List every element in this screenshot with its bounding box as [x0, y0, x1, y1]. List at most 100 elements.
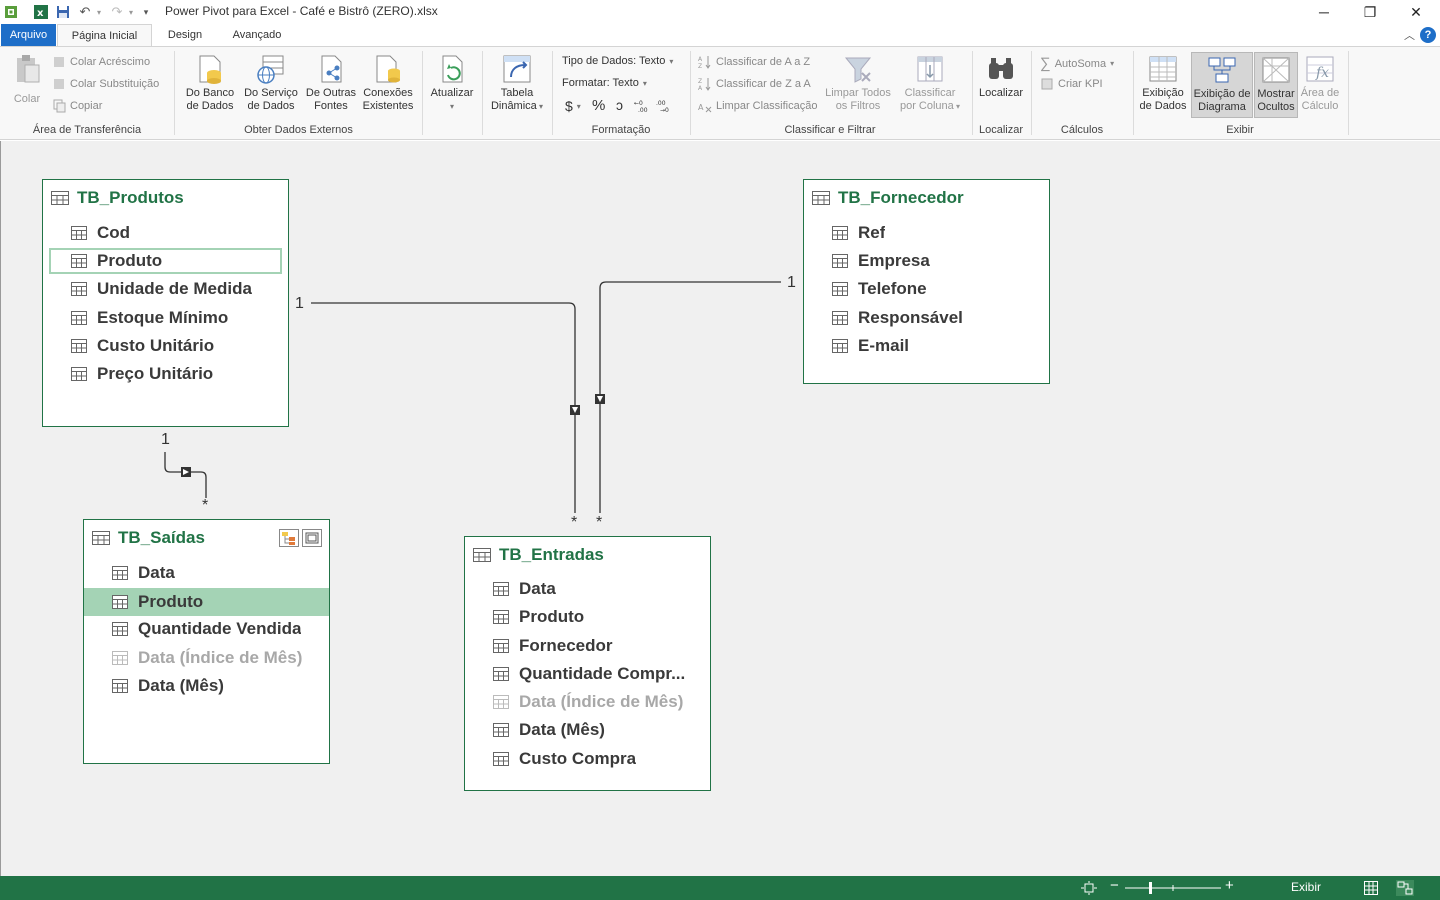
decrease-decimal-icon: .00→0 [656, 100, 669, 113]
format-dropdown[interactable]: Formatar: Texto ▾ [562, 77, 647, 89]
clear-all-filters-button[interactable]: Limpar Todos os Filtros [822, 53, 894, 113]
pivot-table-button[interactable]: Tabela Dinâmica ▾ [486, 53, 548, 113]
show-hidden-icon [1262, 57, 1290, 83]
help-icon[interactable]: ? [1420, 27, 1436, 43]
maximize-table-icon[interactable] [302, 529, 322, 547]
field-row[interactable]: Produto [471, 604, 704, 630]
find-button[interactable]: Localizar [975, 53, 1027, 100]
relationship-produtos-entradas-line[interactable] [311, 302, 576, 513]
minimize-button[interactable]: ─ [1301, 0, 1347, 24]
tab-design[interactable]: Design [155, 24, 215, 46]
field-row[interactable]: Responsável [810, 305, 1043, 331]
field-row[interactable]: Custo Unitário [49, 333, 282, 359]
field-row-selected[interactable]: Produto [49, 248, 282, 274]
group-label-calculations: Cálculos [1060, 124, 1104, 136]
from-database-button[interactable]: Do Banco de Dados [180, 53, 240, 113]
table-tb-entradas[interactable]: TB_Entradas Data Produto Fornecedor Quan… [464, 536, 711, 791]
data-type-dropdown[interactable]: Tipo de Dados: Texto ▾ [562, 55, 673, 67]
zoom-out-icon[interactable]: − [1110, 877, 1119, 894]
field-row[interactable]: Unidade de Medida [49, 276, 282, 302]
redo-dropdown-icon[interactable]: ▾ [126, 3, 136, 21]
autosum-button[interactable]: ∑ AutoSoma ▾ [1040, 55, 1114, 72]
diagram-canvas[interactable]: 1 1 1 * * * TB_Produtos Cod Produto Unid… [0, 141, 1440, 876]
currency-format-button[interactable]: $ ▾ [565, 98, 581, 114]
svg-text:.00: .00 [638, 107, 648, 113]
table-title: TB_Entradas [473, 545, 604, 565]
table-tb-produtos[interactable]: TB_Produtos Cod Produto Unidade de Medid… [42, 179, 289, 427]
sort-a-z-button[interactable]: AZ Classificar de A a Z [698, 55, 810, 69]
field-row-hidden[interactable]: Data (Índice de Mês) [90, 645, 323, 671]
sort-z-a-icon: ZA [698, 78, 711, 91]
field-row[interactable]: Data (Mês) [471, 717, 704, 743]
tab-avancado[interactable]: Avançado [222, 24, 292, 46]
grid-view-icon[interactable] [1364, 881, 1378, 895]
sort-z-a-button[interactable]: ZA Classificar de Z a A [698, 77, 811, 91]
field-row[interactable]: Quantidade Vendida [90, 616, 323, 642]
field-row[interactable]: Ref [810, 220, 1043, 246]
field-row[interactable]: Fornecedor [471, 633, 704, 659]
field-row[interactable]: Estoque Mínimo [49, 305, 282, 331]
field-name: Unidade de Medida [97, 279, 252, 298]
copy-button[interactable]: Copiar [52, 99, 102, 113]
svg-text:fx: fx [1315, 65, 1329, 81]
table-tb-saidas[interactable]: TB_Saídas Data Produto Quantidade Vendid… [83, 519, 330, 764]
field-row-selected[interactable]: Produto [84, 588, 329, 616]
diagram-view-button[interactable]: Exibição de Diagrama [1191, 52, 1253, 118]
refresh-button[interactable]: Atualizar ▾ [426, 53, 478, 113]
field-row[interactable]: Custo Compra [471, 746, 704, 772]
field-row[interactable]: Data [471, 576, 704, 602]
tab-arquivo[interactable]: Arquivo [1, 24, 56, 46]
clear-sort-button[interactable]: A Limpar Classificação [698, 99, 817, 113]
tab-pagina-inicial[interactable]: Página Inicial [57, 24, 152, 46]
calculation-area-label-2: Cálculo [1301, 100, 1339, 112]
paste-button[interactable]: Colar [8, 53, 46, 106]
paste-replace-button[interactable]: Colar Substituição [52, 77, 159, 91]
close-button[interactable]: ✕ [1393, 0, 1439, 24]
zoom-in-icon[interactable]: + [1225, 877, 1234, 894]
field-row[interactable]: Telefone [810, 276, 1043, 302]
customize-toolbar-icon[interactable]: ▾ [140, 3, 152, 21]
data-view-button[interactable]: Exibição de Dados [1136, 53, 1190, 113]
redo-icon[interactable]: ↷ [108, 3, 126, 21]
zoom-slider-thumb[interactable] [1149, 882, 1152, 894]
table-title: TB_Fornecedor [812, 188, 964, 208]
field-row[interactable]: Data [90, 560, 323, 586]
svg-text:A: A [698, 85, 703, 91]
field-name: Quantidade Vendida [138, 619, 302, 638]
comma-format-button[interactable]: ɔ [616, 97, 623, 113]
column-icon [493, 667, 509, 681]
sort-z-a-label: Classificar de Z a A [716, 78, 811, 90]
from-data-service-button[interactable]: Do Serviço de Dados [240, 53, 302, 113]
column-icon [112, 679, 128, 693]
field-row-hidden[interactable]: Data (Índice de Mês) [471, 689, 704, 715]
show-hidden-button[interactable]: Mostrar Ocultos [1254, 52, 1298, 118]
paste-append-button[interactable]: Colar Acréscimo [52, 55, 150, 69]
percent-format-button[interactable]: % [592, 97, 605, 114]
zoom-slider[interactable] [1125, 880, 1221, 896]
maximize-button[interactable]: ❐ [1347, 0, 1393, 24]
sort-by-column-button[interactable]: Classificar por Coluna ▾ [894, 53, 966, 113]
fit-to-screen-icon[interactable] [1080, 880, 1098, 896]
undo-dropdown-icon[interactable]: ▾ [94, 3, 104, 21]
field-row[interactable]: Quantidade Compr... [471, 661, 704, 687]
ribbon-separator [552, 51, 553, 135]
existing-connections-button[interactable]: Conexões Existentes [360, 53, 416, 113]
create-hierarchy-icon[interactable] [279, 529, 299, 547]
field-row[interactable]: Empresa [810, 248, 1043, 274]
table-tb-fornecedor[interactable]: TB_Fornecedor Ref Empresa Telefone Respo… [803, 179, 1050, 384]
field-row[interactable]: Preço Unitário [49, 361, 282, 387]
collapse-ribbon-icon[interactable]: ︿ [1404, 27, 1415, 43]
from-other-sources-button[interactable]: De Outras Fontes [302, 53, 360, 113]
increase-decimal-button[interactable]: ←0.00 [634, 99, 652, 113]
create-kpi-button[interactable]: Criar KPI [1040, 77, 1103, 91]
field-row[interactable]: Cod [49, 220, 282, 246]
diagram-view-status-icon[interactable] [1396, 880, 1414, 896]
relationship-fornecedor-entradas-line[interactable] [599, 281, 781, 513]
field-row[interactable]: E-mail [810, 333, 1043, 359]
field-row[interactable]: Data (Mês) [90, 673, 323, 699]
undo-icon[interactable]: ↶ [76, 3, 94, 21]
calculation-area-button[interactable]: fx Área de Cálculo [1298, 53, 1342, 113]
excel-icon[interactable]: x [32, 3, 50, 21]
save-icon[interactable] [54, 3, 72, 21]
decrease-decimal-button[interactable]: .00 →0 [656, 99, 674, 113]
